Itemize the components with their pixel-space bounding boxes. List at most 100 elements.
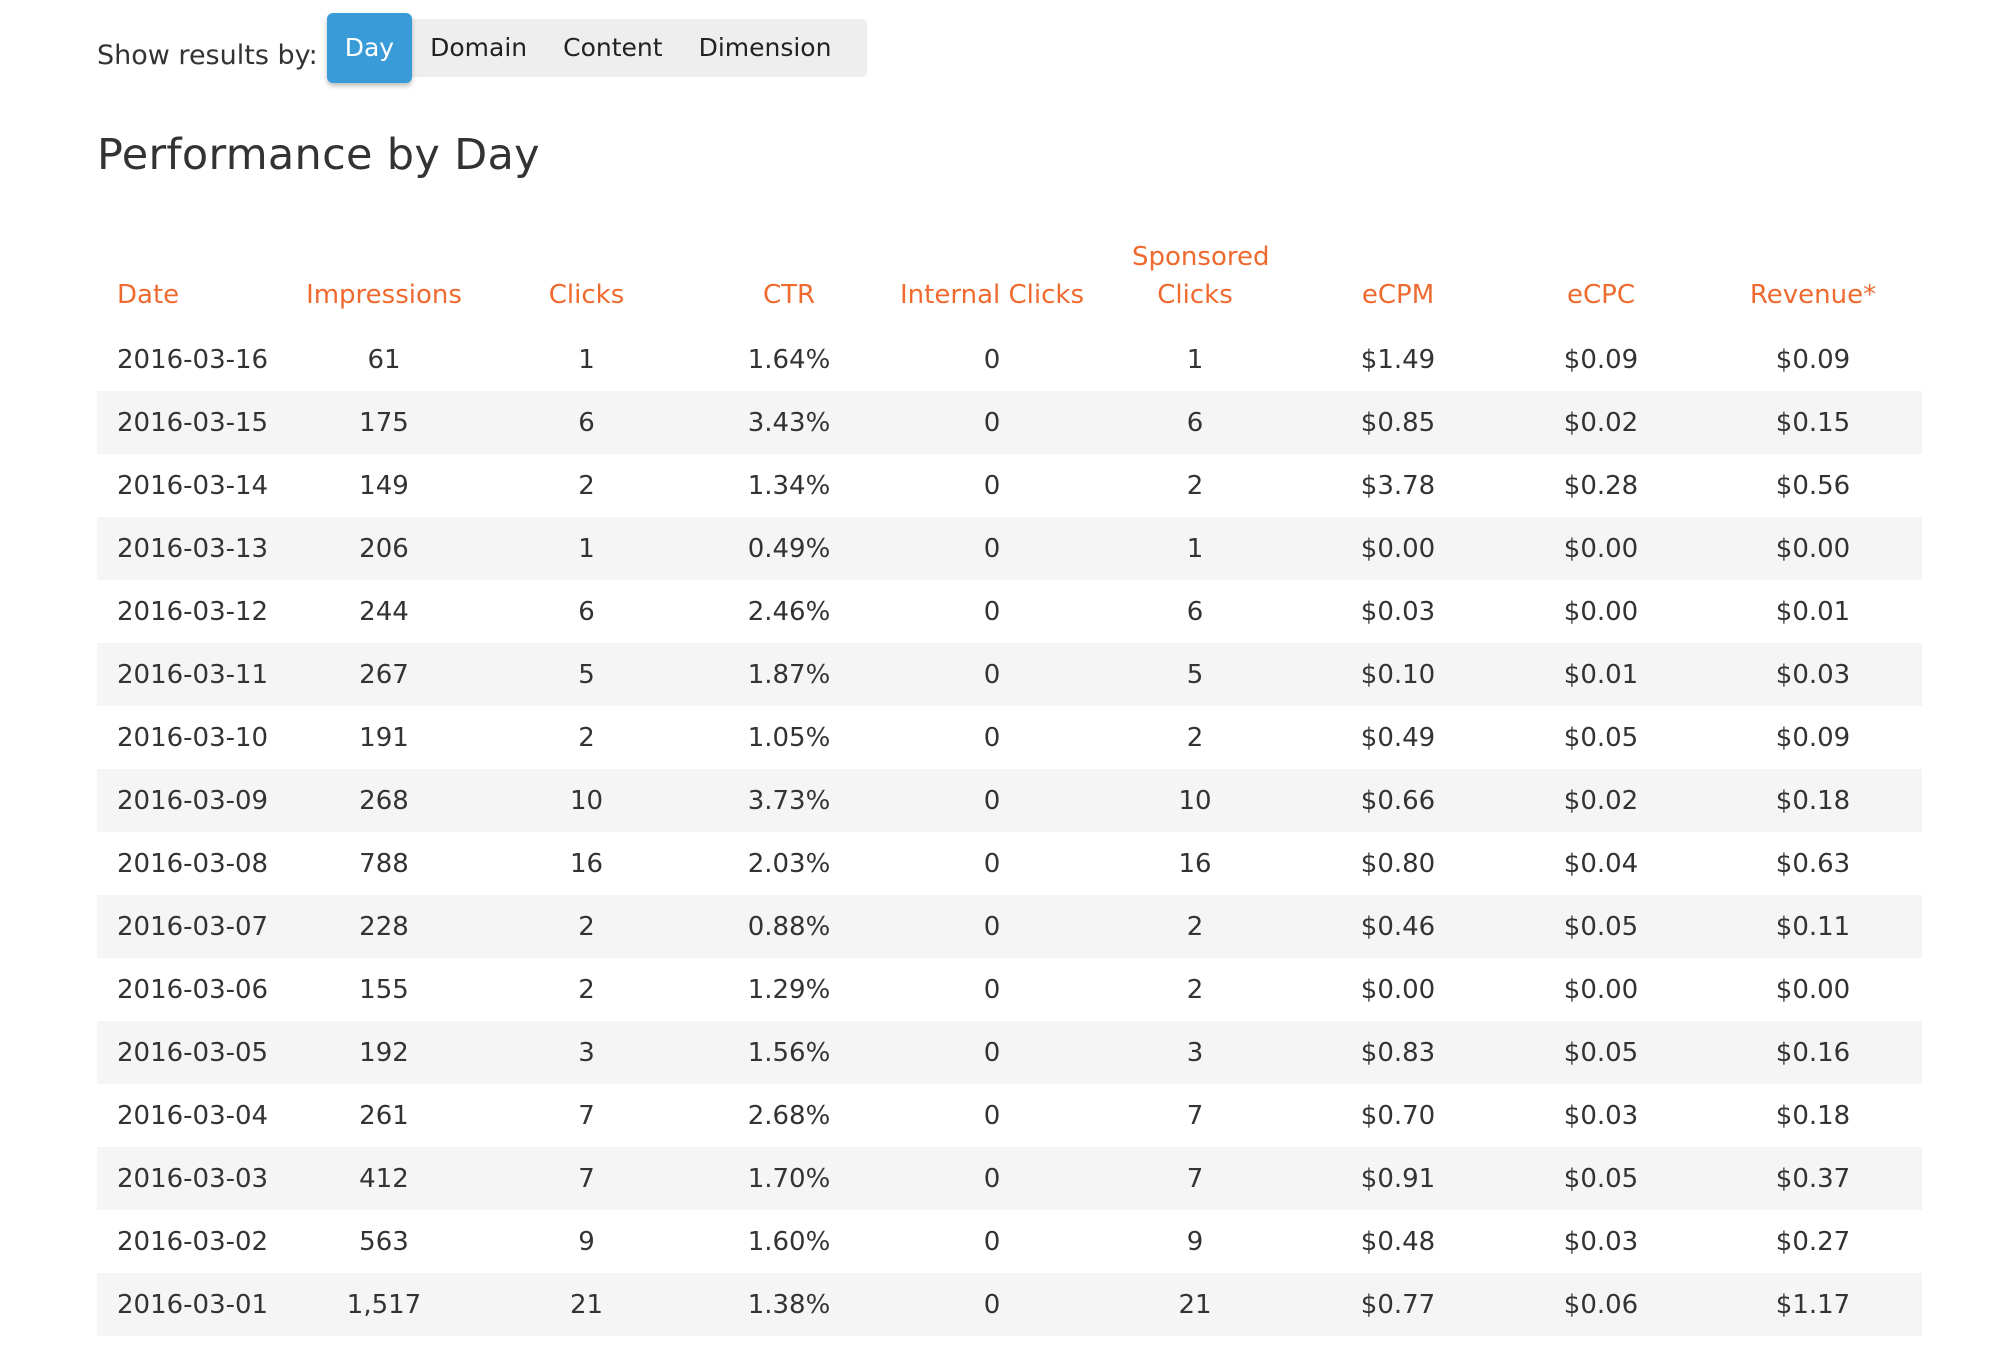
internal-clicks-cell: 0	[892, 517, 1092, 580]
clicks-cell: 6	[578, 596, 595, 627]
column-header-ctr[interactable]: CTR	[686, 218, 892, 328]
show-results-label: Show results by:	[97, 40, 318, 71]
internal-clicks-cell: 0	[892, 1021, 1092, 1084]
column-header-date[interactable]: Date	[97, 218, 281, 328]
domain-button[interactable]: Domain	[412, 19, 545, 77]
internal-clicks-cell: 0	[892, 895, 1092, 958]
column-header-sponsored-clicks[interactable]: Sponsored Clicks	[1092, 218, 1298, 328]
ctr-cell: 3.73%	[686, 769, 892, 832]
internal-clicks-cell: 0	[983, 470, 1001, 501]
impressions-cell: 206	[281, 517, 487, 580]
revenue-cell: $0.18	[1704, 769, 1922, 832]
revenue-cell: $0.15	[1704, 391, 1922, 454]
content-button[interactable]: Content	[545, 19, 680, 77]
impressions-cell: 175	[281, 391, 487, 454]
revenue-cell: $0.37	[1704, 1147, 1922, 1210]
table-body: 2016-03-16 61 1 1.64% 0 1 $1.49 $0.09 $0.09 2016-…	[97, 328, 1922, 1336]
sponsored-clicks-cell: 7	[1186, 1100, 1204, 1131]
clicks-cell: 2	[578, 722, 595, 753]
impressions-cell: 261	[359, 1100, 409, 1131]
revenue-cell: $0.00	[1704, 517, 1922, 580]
sponsored-clicks-cell: 2	[1092, 895, 1298, 958]
sponsored-clicks-cell: 21	[1092, 1273, 1298, 1336]
internal-clicks-cell: 0	[892, 643, 1092, 706]
impressions-cell: 155	[359, 974, 409, 1005]
revenue-cell: $0.16	[1704, 1021, 1922, 1084]
impressions-cell: 788	[359, 848, 409, 879]
column-header-impressions[interactable]: Impressions	[281, 218, 487, 328]
impressions-cell: 1,517	[281, 1273, 487, 1336]
ecpc-cell: $0.03	[1563, 1100, 1639, 1131]
ecpc-cell: $0.02	[1498, 769, 1704, 832]
ctr-cell: 2.68%	[747, 1100, 831, 1131]
ecpc-cell: $0.05	[1563, 722, 1639, 753]
ecpm-cell: $0.49	[1360, 722, 1436, 753]
ecpm-cell: $0.66	[1298, 769, 1498, 832]
table-header-row: Date Impressions Clicks CTR Internal Cli…	[97, 218, 1922, 328]
ecpm-cell: $0.77	[1298, 1273, 1498, 1336]
internal-clicks-cell: 0	[892, 1147, 1092, 1210]
table-row: 2016-03-03 412 7 1.70% 0 7 $0.91 $0.05 $0.37	[97, 1147, 1922, 1210]
ecpm-cell: $0.46	[1298, 895, 1498, 958]
ecpm-cell: $0.48	[1360, 1226, 1436, 1257]
ctr-cell: 0.49%	[686, 517, 892, 580]
ctr-cell: 1.87%	[686, 643, 892, 706]
date-cell: 2016-03-03	[97, 1147, 281, 1210]
date-cell: 2016-03-09	[97, 769, 281, 832]
revenue-cell: $0.03	[1704, 643, 1922, 706]
table-row: 2016-03-16 61 1 1.64% 0 1 $1.49 $0.09 $0.09	[97, 328, 1922, 391]
sponsored-clicks-cell: 2	[1186, 722, 1204, 753]
ecpc-cell: $0.02	[1498, 391, 1704, 454]
dimension-button[interactable]: Dimension	[681, 19, 850, 77]
sponsored-clicks-cell: 3	[1092, 1021, 1298, 1084]
clicks-cell: 1	[578, 344, 595, 375]
clicks-cell: 16	[569, 848, 604, 879]
sponsored-clicks-cell: 2	[1186, 470, 1204, 501]
ecpc-cell: $0.09	[1563, 344, 1639, 375]
column-header-clicks[interactable]: Clicks	[487, 218, 686, 328]
table-row: 2016-03-12 244 6 2.46% 0 6 $0.03 $0.00 $0.01	[97, 580, 1922, 643]
performance-table: Date Impressions Clicks CTR Internal Cli…	[97, 218, 1922, 1336]
date-cell: 2016-03-13	[97, 517, 281, 580]
clicks-cell: 10	[487, 769, 686, 832]
internal-clicks-cell: 0	[892, 391, 1092, 454]
ecpm-cell: $3.78	[1360, 470, 1436, 501]
ecpc-cell: $0.00	[1563, 596, 1639, 627]
date-cell: 2016-03-07	[97, 895, 281, 958]
table-row: 2016-03-11 267 5 1.87% 0 5 $0.10 $0.01 $0.03	[97, 643, 1922, 706]
internal-clicks-cell: 0	[892, 1273, 1092, 1336]
day-button[interactable]: Day	[326, 12, 413, 83]
impressions-cell: 149	[359, 470, 409, 501]
column-header-ecpc[interactable]: eCPC	[1498, 218, 1704, 328]
sponsored-clicks-cell: 10	[1092, 769, 1298, 832]
column-header-internal-clicks[interactable]: Internal Clicks	[892, 218, 1092, 328]
column-header-ecpm[interactable]: eCPM	[1298, 218, 1498, 328]
clicks-cell: 5	[487, 643, 686, 706]
ecpm-cell: $0.85	[1298, 391, 1498, 454]
column-header-revenue[interactable]: Revenue*	[1704, 218, 1922, 328]
ctr-cell: 2.46%	[747, 596, 831, 627]
internal-clicks-cell: 0	[983, 344, 1001, 375]
internal-clicks-cell: 0	[983, 1226, 1001, 1257]
ecpc-cell: $0.05	[1498, 895, 1704, 958]
revenue-cell: $1.17	[1704, 1273, 1922, 1336]
ecpm-cell: $0.80	[1360, 848, 1436, 879]
date-cell: 2016-03-14	[117, 470, 269, 501]
ecpc-cell: $0.01	[1498, 643, 1704, 706]
table-row: 2016-03-04 261 7 2.68% 0 7 $0.70 $0.03 $0.18	[97, 1084, 1922, 1147]
table-row: 2016-03-10 191 2 1.05% 0 2 $0.49 $0.05 $0.09	[97, 706, 1922, 769]
date-cell: 2016-03-04	[117, 1100, 269, 1131]
revenue-cell: $0.00	[1775, 974, 1851, 1005]
date-cell: 2016-03-06	[117, 974, 269, 1005]
impressions-cell: 268	[281, 769, 487, 832]
impressions-cell: 228	[281, 895, 487, 958]
ctr-cell: 1.29%	[747, 974, 831, 1005]
ecpm-cell: $0.70	[1360, 1100, 1436, 1131]
impressions-cell: 267	[281, 643, 487, 706]
table-row: 2016-03-14 149 2 1.34% 0 2 $3.78 $0.28 $0.56	[97, 454, 1922, 517]
table-row: 2016-03-09 268 10 3.73% 0 10 $0.66 $0.02 $0.18	[97, 769, 1922, 832]
revenue-cell: $0.09	[1775, 344, 1851, 375]
date-cell: 2016-03-10	[117, 722, 269, 753]
ctr-cell: 1.05%	[747, 722, 831, 753]
date-cell: 2016-03-15	[97, 391, 281, 454]
